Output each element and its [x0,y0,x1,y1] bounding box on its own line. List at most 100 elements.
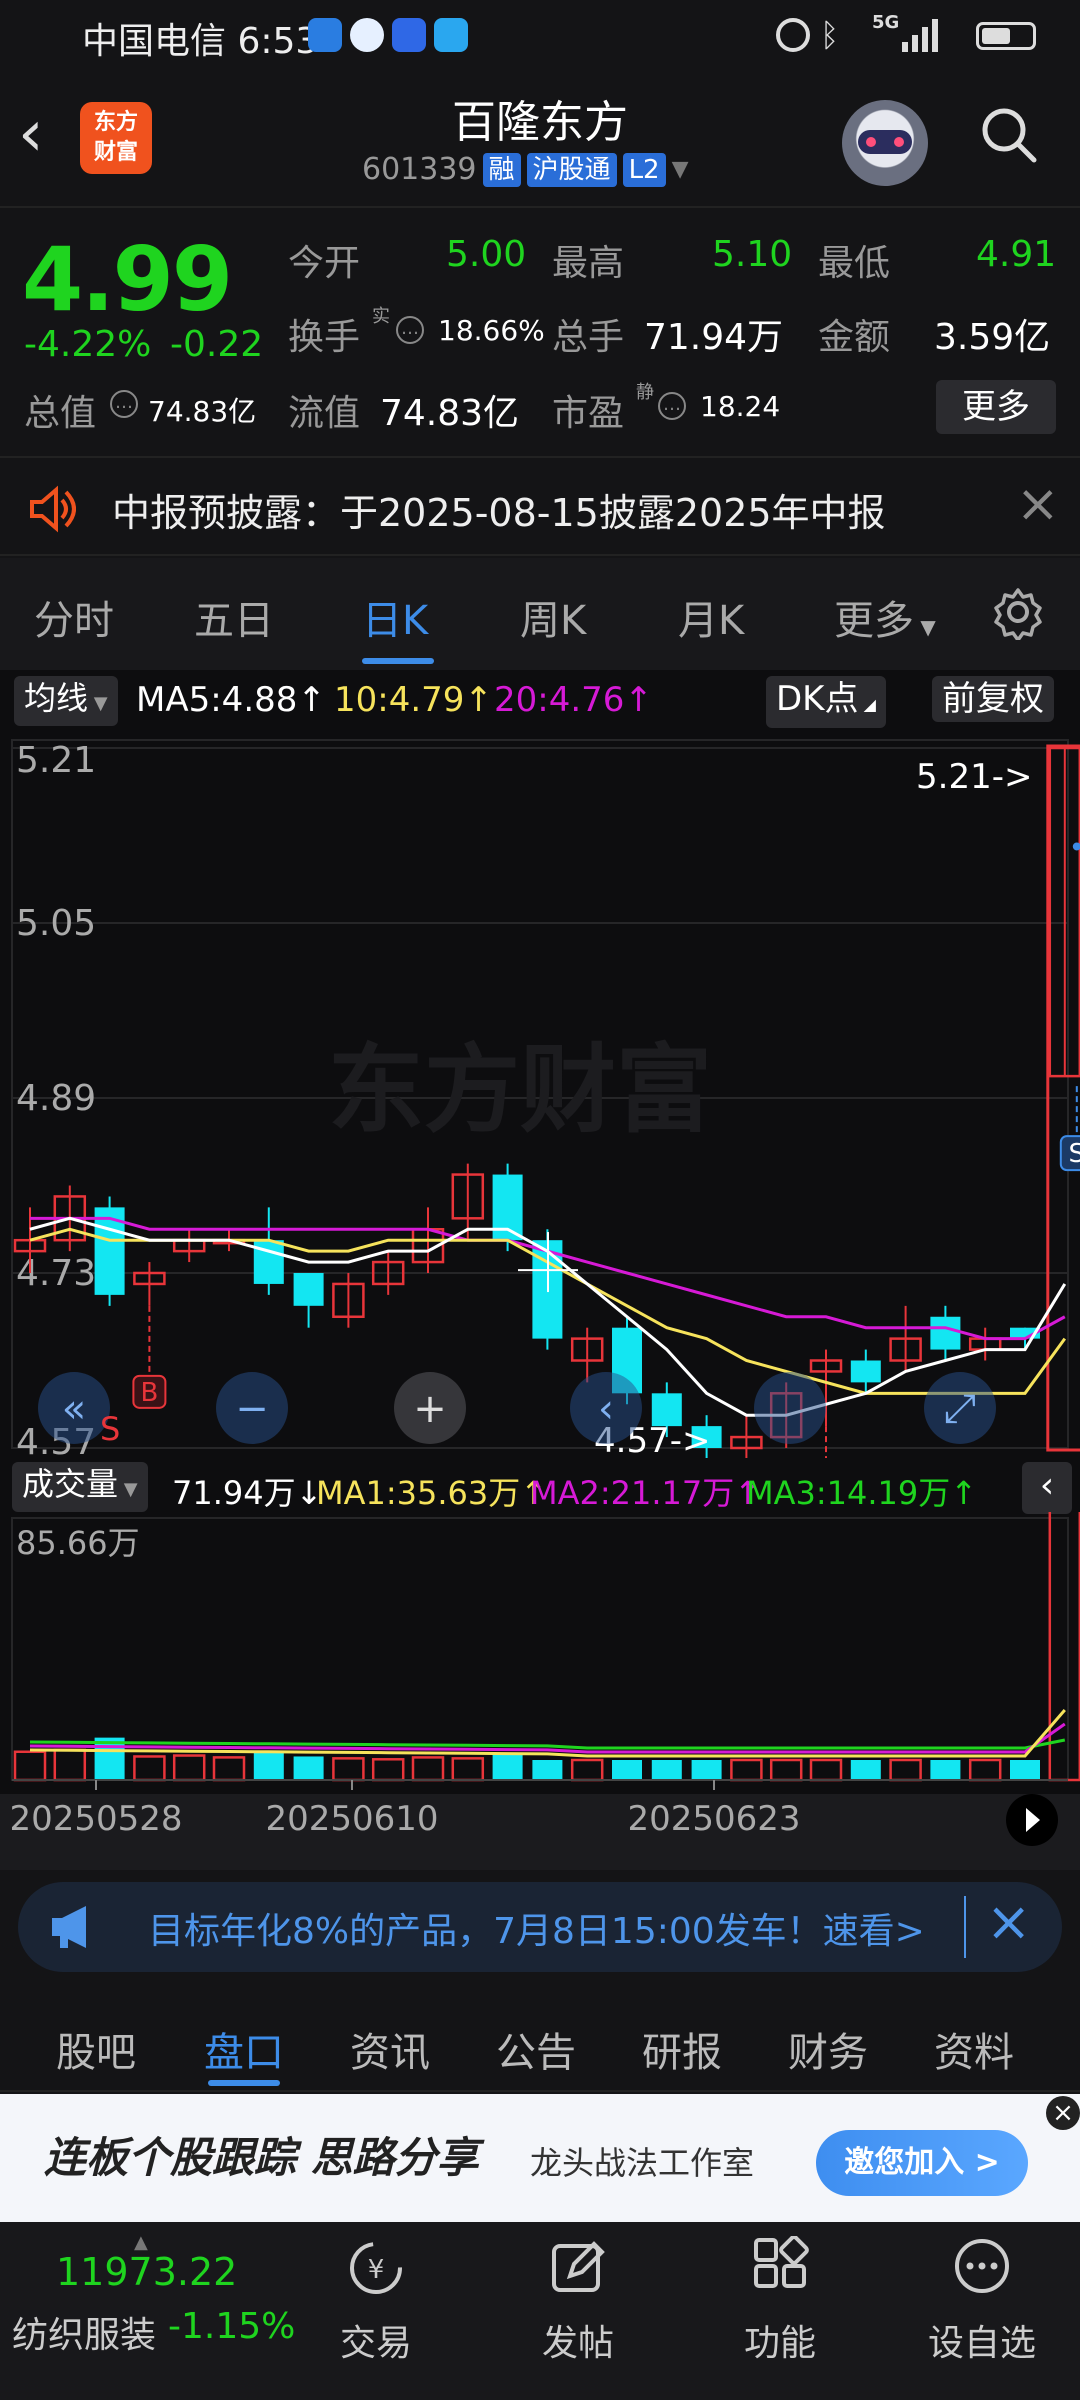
more-button[interactable]: 更多 [936,380,1056,434]
ma20-value: 20:4.76 [494,680,625,720]
promo-banner[interactable]: 目标年化8%的产品，7月8日15:00发车！速看> × [18,1882,1062,1972]
tab-forum[interactable]: 股吧 [56,2020,136,2078]
volume-label: 总手 [552,317,625,358]
adjust-button[interactable]: 前复权 [932,676,1054,722]
info-icon[interactable]: … [658,392,686,420]
bluetooth-icon: ᛒ [820,16,840,54]
close-icon[interactable]: × [1016,474,1060,534]
post-icon[interactable] [546,2236,610,2300]
y-tick-label: 5.21 [16,740,96,781]
alarm-icon [776,18,810,52]
price-dot [1072,842,1080,851]
ma-selector[interactable]: 均线 ▼ [14,676,118,726]
bulb-app-icon [392,18,426,52]
ma-legend-bar: 均线 ▼ MA5:4.88↑ 10:4.79↑ 20:4.76↑ DK点 ◢ 前… [0,670,1080,728]
candle-body [293,1273,324,1306]
x-tick-label: 20250610 [265,1799,438,1839]
tab-announcements[interactable]: 公告 [496,2020,576,2078]
turnover-value: 18.66% [438,314,545,347]
tab-profile[interactable]: 资料 [934,2020,1014,2078]
up-arrow-icon: ↑ [297,680,326,720]
volume-bar [930,1760,961,1780]
candlestick-chart[interactable]: 东方财富5.215.054.894.734.57BBS5.21->4.57->«… [0,728,1080,1458]
low-value: 4.91 [976,234,1057,275]
up-arrow-icon: ↑ [464,680,493,720]
fullscreen-icon[interactable]: ⤢ [924,1372,996,1444]
post-button[interactable]: 发帖 [542,2314,614,2366]
tab-research[interactable]: 研报 [642,2020,722,2078]
playback-icon-bg [754,1372,826,1444]
quote-panel: 4.99 -4.22% -0.22 今开 5.00 最高 5.10 最低 4.9… [0,208,1080,458]
robot-assistant-icon[interactable] [842,100,928,186]
ma10-label: 10:4.79↑ [334,680,493,720]
tab-news[interactable]: 资讯 [350,2020,430,2078]
turnover-label: 换手 [288,317,361,358]
tab-weekly-k[interactable]: 周K [520,588,586,646]
info-icon[interactable]: … [396,316,424,344]
vol-ma2-value: MA2:21.17万 [530,1474,735,1512]
volume-selector[interactable]: 成交量 ▼ [12,1462,148,1512]
close-icon[interactable]: × [986,1890,1031,1953]
volume-value: 71.94万 [644,317,784,358]
tab-intraday[interactable]: 分时 [34,588,114,646]
zoom-in-icon-glyph: + [413,1386,447,1432]
volume-bar [411,1756,445,1782]
open-label: 今开 [288,243,361,284]
more-dots-icon[interactable] [950,2236,1014,2300]
close-icon[interactable]: × [1046,2096,1080,2130]
collapse-left-icon[interactable]: ‹ [1022,1462,1072,1514]
volume-bar [451,1757,485,1782]
volume-chart[interactable]: 85.66万 20250528 20250610 20250623 [0,1512,1080,1870]
low-label: 最低 [818,243,891,284]
volume-frame [11,1517,1069,1781]
sector-index-value[interactable]: 11973.22 [56,2250,237,2294]
info-icon[interactable]: … [110,390,138,418]
promo-text: 目标年化8%的产品，7月8日15:00发车！速看> [148,1911,925,1952]
play-icon[interactable] [1006,1794,1058,1846]
vol-ma3-label: MA3:14.19万↑ [746,1468,977,1514]
up-arrow-icon: ↑ [624,680,653,720]
trade-icon[interactable]: ¥ [344,2236,408,2300]
join-button[interactable]: 邀您加入 > [816,2130,1028,2196]
tab-financials[interactable]: 财务 [788,2020,868,2078]
change-amount: -0.22 [170,324,264,365]
search-icon[interactable] [978,104,1038,164]
turnover-sup: 实 [372,306,390,327]
zoom-out-icon[interactable]: − [216,1372,288,1444]
tab-more[interactable]: 更多 ▼ [834,588,936,646]
stock-code: 601339 [362,152,477,187]
watermark: 东方财富 [328,1034,712,1146]
zoom-in-icon[interactable]: + [394,1372,466,1444]
tab-monthly-k[interactable]: 月K [678,588,744,646]
gear-icon[interactable] [990,584,1046,642]
pe-value: 18.24 [700,390,781,423]
high-marker: 5.21-> [916,757,1032,797]
dk-point-button[interactable]: DK点 ◢ [766,676,886,728]
tab-orderbook[interactable]: 盘口 [204,2020,284,2078]
stock-header: ‹ 东方 财富 百隆东方 601339 融 沪股通 L2 ▼ [0,72,1080,208]
tab-daily-k[interactable]: 日K [362,588,428,646]
volume-bar [212,1756,246,1782]
sector-name[interactable]: 纺织服装 [12,2306,156,2358]
up-arrow-icon: ↑ [950,1474,978,1512]
vol-current-label: 71.94万↓ [172,1468,322,1514]
volume-max-label: 85.66万 [16,1524,140,1562]
tab-five-day[interactable]: 五日 [194,588,274,646]
amount-value: 3.59亿 [934,317,1051,358]
function-button[interactable]: 功能 [744,2314,816,2366]
trade-button[interactable]: 交易 [340,2314,412,2366]
grid-apps-icon[interactable] [748,2235,812,2300]
candle-body [850,1360,881,1383]
add-watchlist-button[interactable]: 设自选 [928,2314,1036,2366]
prev-icon[interactable]: ‹ [570,1372,642,1444]
tab-more-label: 更多 [834,598,914,644]
notice-bar[interactable]: 中报预披露：于2025-08-15披露2025年中报 × [0,460,1080,556]
zoom-out-icon-glyph: − [235,1386,269,1432]
pe-sup: 静 [636,382,654,403]
stock-code-bar[interactable]: 601339 融 沪股通 L2 ▼ [362,152,689,187]
volume-legend-bar: 成交量 ▼ 71.94万↓ MA1:35.63万↑ MA2:21.17万↑ MA… [0,1458,1080,1514]
join-ad[interactable]: 连板个股跟踪 思路分享 龙头战法工作室 邀您加入 > × [0,2094,1080,2222]
playback-icon[interactable] [754,1372,826,1444]
detail-tabs: 股吧 盘口 资讯 公告 研报 财务 资料 [0,1992,1080,2092]
y-tick-label: 4.73 [16,1253,96,1294]
